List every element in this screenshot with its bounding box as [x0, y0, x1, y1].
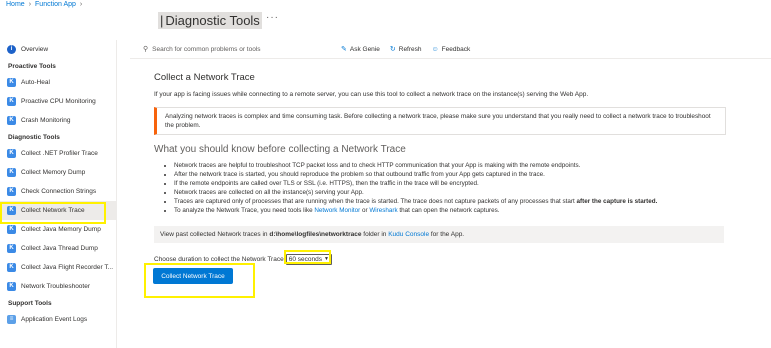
refresh-label: Refresh [398, 45, 422, 53]
title-bar: | [160, 13, 164, 28]
network-monitor-link[interactable]: Network Monitor [314, 207, 360, 214]
tool-icon: K [7, 282, 16, 291]
tool-icon: K [7, 225, 16, 234]
ask-genie-button[interactable]: ✎ Ask Genie [341, 45, 380, 54]
log-icon: ≡ [7, 315, 16, 324]
highlight-box [0, 202, 106, 224]
sidebar-item-label: Crash Monitoring [21, 117, 71, 124]
sidebar-item-java-thread-dump[interactable]: K Collect Java Thread Dump [0, 239, 116, 258]
info-list: Network traces are helpful to troublesho… [154, 161, 754, 216]
tool-icon: K [7, 78, 16, 87]
sidebar-item-label: Collect Java Thread Dump [21, 245, 98, 252]
info-text: for the App. [429, 230, 465, 238]
sidebar-item-memory-dump[interactable]: K Collect Memory Dump [0, 163, 116, 182]
feedback-label: Feedback [441, 45, 471, 53]
toolbar: ⚲ Search for common problems or tools ✎ A… [143, 43, 771, 55]
tool-icon: K [7, 97, 16, 106]
list-bold-text: after the capture is started. [576, 198, 658, 206]
sidebar-item-label: Check Connection Strings [21, 188, 97, 195]
breadcrumb: Home › Function App › [6, 1, 82, 8]
tool-icon: K [7, 168, 16, 177]
highlight-box [284, 250, 331, 264]
tool-icon: K [7, 244, 16, 253]
sidebar-item-java-flight-recorder[interactable]: K Collect Java Flight Recorder T... [0, 258, 116, 277]
sidebar-item-label: Collect Java Memory Dump [21, 226, 101, 233]
list-item: If the remote endpoints are called over … [174, 179, 754, 188]
list-item: Network traces are helpful to troublesho… [174, 161, 754, 170]
sidebar-item-app-event-logs[interactable]: ≡ Application Event Logs [0, 310, 116, 329]
sidebar-item-proactive-cpu[interactable]: K Proactive CPU Monitoring [0, 92, 116, 111]
sidebar-item-label: Collect Java Flight Recorder T... [21, 264, 113, 271]
list-text: To analyze the Network Trace, you need t… [174, 207, 315, 215]
sidebar-item-crash-monitoring[interactable]: K Crash Monitoring [0, 111, 116, 130]
refresh-button[interactable]: ↻ Refresh [389, 45, 422, 54]
page-title: | Diagnostic Tools [158, 12, 262, 29]
ask-genie-label: Ask Genie [349, 45, 380, 53]
search-input[interactable]: ⚲ Search for common problems or tools [143, 45, 341, 54]
collect-network-trace-button[interactable]: Collect Network Trace [153, 268, 233, 284]
sidebar-item-overview[interactable]: i Overview [0, 40, 116, 59]
breadcrumb-function-app[interactable]: Function App [35, 1, 76, 8]
sidebar-item-label: Auto-Heal [21, 79, 50, 86]
list-item: After the network trace is started, you … [174, 170, 754, 179]
sidebar-item-label: Collect Memory Dump [21, 169, 86, 176]
chevron-right-icon: › [28, 1, 32, 8]
smiley-icon: ☺ [431, 45, 439, 53]
section-heading: Collect a Network Trace [154, 72, 255, 83]
sidebar-section-support: Support Tools [8, 299, 52, 307]
divider [130, 58, 771, 59]
sidebar: i Overview Proactive Tools K Auto-Heal K Pr… [0, 40, 117, 348]
sidebar-item-label: Proactive CPU Monitoring [21, 98, 96, 105]
info-bar: View past collected Network traces in d:… [154, 225, 724, 243]
search-icon: ⚲ [143, 46, 149, 53]
info-text: folder in [361, 230, 389, 238]
sidebar-item-connection-strings[interactable]: K Check Connection Strings [0, 182, 116, 201]
genie-icon: ✎ [341, 46, 347, 53]
sidebar-section-diagnostic: Diagnostic Tools [8, 133, 60, 141]
wireshark-link[interactable]: Wireshark [369, 207, 397, 214]
sidebar-item-label: Overview [21, 46, 49, 53]
intro-text: If your app is facing issues while conne… [154, 91, 589, 98]
tool-icon: K [7, 263, 16, 272]
info-path: d:\home\logfiles\networktrace [269, 230, 362, 238]
main-content: Collect a Network Trace If your app is f… [154, 72, 754, 265]
sidebar-item-net-profiler[interactable]: K Collect .NET Profiler Trace [0, 144, 116, 163]
tool-icon: K [7, 116, 16, 125]
info-text: View past collected Network traces in [160, 230, 270, 238]
search-placeholder: Search for common problems or tools [152, 45, 261, 53]
list-item: Traces are captured only of processes th… [174, 197, 754, 206]
tool-icon: K [7, 187, 16, 196]
tool-icon: K [7, 149, 16, 158]
sidebar-section-proactive: Proactive Tools [8, 62, 56, 70]
sidebar-item-label: Collect .NET Profiler Trace [21, 150, 98, 157]
feedback-button[interactable]: ☺ Feedback [432, 46, 471, 53]
refresh-icon: ↻ [389, 46, 396, 53]
subheading: What you should know before collecting a… [154, 144, 406, 155]
page-title-text: Diagnostic Tools [165, 13, 260, 28]
list-item: Network traces are collected on all the … [174, 188, 754, 197]
sidebar-item-label: Network Troubleshooter [21, 283, 91, 290]
sidebar-item-network-troubleshooter[interactable]: K Network Troubleshooter [0, 277, 116, 296]
kudu-console-link[interactable]: Kudu Console [388, 231, 429, 238]
list-text: Traces are captured only of processes th… [174, 198, 577, 206]
list-item: To analyze the Network Trace, you need t… [174, 206, 754, 215]
duration-label: Choose duration to collect the Network T… [154, 255, 284, 263]
more-options-button[interactable]: ··· [266, 12, 279, 23]
sidebar-item-auto-heal[interactable]: K Auto-Heal [0, 73, 116, 92]
chevron-right-icon: › [79, 1, 83, 8]
list-text: that can open the network captures. [397, 207, 500, 215]
sidebar-item-label: Application Event Logs [21, 316, 88, 323]
breadcrumb-home[interactable]: Home [6, 1, 25, 8]
list-text: or [360, 207, 370, 215]
info-icon: i [7, 45, 16, 54]
warning-banner: Analyzing network traces is complex and … [154, 107, 726, 135]
